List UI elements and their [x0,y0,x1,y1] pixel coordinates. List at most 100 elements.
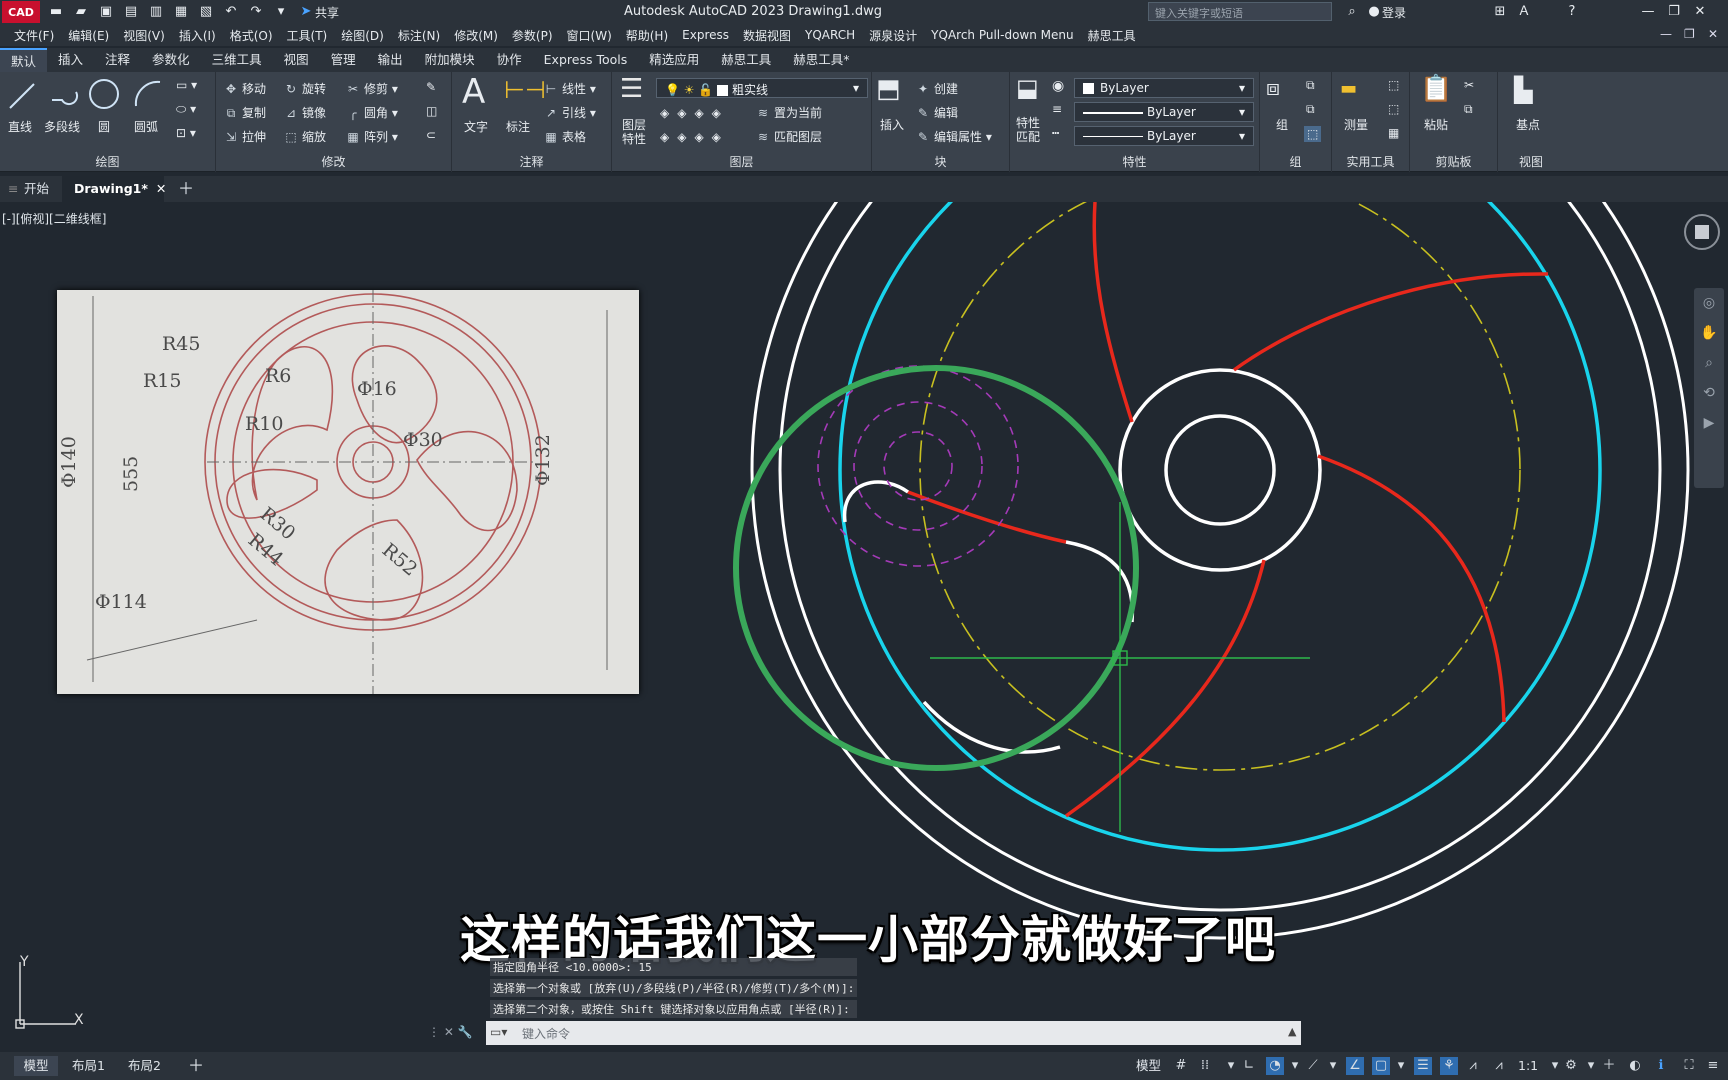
stretch-button[interactable]: ⇲ 拉伸 [224,128,266,145]
ribbon-tab[interactable]: 三维工具 [201,48,273,72]
layer-properties-button[interactable]: 图层特性 [622,118,652,146]
autoscale-icon[interactable]: ⩘ [1490,1057,1508,1075]
edit-attributes-button[interactable]: ✎ 编辑属性 ▾ [916,128,992,145]
orbit-icon[interactable]: ⟲ [1694,378,1724,408]
draw-panel-title[interactable]: 绘图 [0,153,215,170]
clipboard-panel-title[interactable]: 剪贴板 [1410,153,1497,170]
menu-item[interactable]: 修改(M) [454,27,498,44]
ungroup-icon[interactable]: ⧉ [1306,78,1315,93]
menu-item[interactable]: 帮助(H) [626,27,668,44]
tab-start[interactable]: 开始 [24,176,49,202]
group-select-icon[interactable]: ⬚ [1304,126,1322,142]
redo-icon[interactable]: ↷ [247,4,265,20]
base-button[interactable]: 基点 [1516,116,1540,133]
command-expand-icon[interactable]: ▲ [1288,1025,1296,1038]
doc-restore-icon[interactable]: ❐ [1684,27,1695,41]
explode-icon[interactable]: ◫ [426,104,437,118]
erase-icon[interactable]: ✎ [426,80,436,94]
save-icon[interactable]: ▣ [97,4,115,20]
customize-icon[interactable]: ≡ [1704,1057,1722,1075]
osnap-dropdown-icon[interactable]: ▾ [1392,1057,1410,1075]
ribbon-tab[interactable]: 视图 [273,48,320,72]
zoom-icon[interactable]: ⌕ [1694,348,1724,378]
modify-panel-title[interactable]: 修改 [216,153,451,170]
mirror-button[interactable]: ⊿ 镜像 [284,104,326,121]
help-icon[interactable]: ? [1563,4,1581,20]
ribbon-tab[interactable]: 输出 [367,48,414,72]
text-button[interactable]: 文字 [464,118,488,135]
layer-tools-row1[interactable]: ◈◈◈◈ [660,106,729,120]
snap-dropdown-icon[interactable]: ▾ [1222,1057,1240,1075]
layer-tools-row2[interactable]: ◈◈◈◈ [660,130,729,144]
leader-button[interactable]: ↗ 引线 ▾ [544,104,596,121]
ribbon-tab[interactable]: 默认 [0,48,48,72]
fullscreen-icon[interactable]: ⛶ [1680,1057,1698,1075]
new-file-icon[interactable]: ▬ [47,4,65,20]
menu-item[interactable]: 标注(N) [398,27,440,44]
properties-panel-title[interactable]: 特性 [1010,153,1259,170]
view-panel-title[interactable]: 视图 [1498,153,1564,170]
annotation-panel-title[interactable]: 注释 [452,153,611,170]
ribbon-tab[interactable]: Express Tools [533,48,639,72]
rectangle-icon[interactable]: ▭ ▾ [176,78,197,92]
pan-icon[interactable]: ✋ [1694,318,1724,348]
layout-tab-2[interactable]: 布局2 [128,1056,161,1076]
login-button[interactable]: 登录 [1382,4,1406,21]
search-icon[interactable]: ⌕ [1343,4,1361,20]
user-icon[interactable]: ● [1365,4,1383,20]
isolate-objects-icon[interactable]: ◐ [1626,1057,1644,1075]
doc-minimize-icon[interactable]: — [1660,27,1672,41]
ortho-icon[interactable]: ∟ [1240,1057,1258,1075]
menu-item[interactable]: YQArch Pull-down Menu [931,28,1073,42]
ribbon-tab[interactable]: 精选应用 [638,48,710,72]
ribbon-tab[interactable]: 插入 [47,48,94,72]
circle-button[interactable]: 圆 [98,118,110,135]
menu-item[interactable]: 源泉设计 [869,27,917,44]
viewcube-icon[interactable] [1684,214,1720,250]
match-properties-button[interactable]: 特性匹配 [1016,116,1046,144]
workspace-gear-icon[interactable]: ⚙ [1562,1057,1580,1075]
fillet-button[interactable]: ╭ 圆角 ▾ [346,104,397,121]
copy-button[interactable]: ⧉ 复制 [224,104,266,121]
selection-cycling-icon[interactable]: ⚘ [1440,1057,1458,1075]
customize-dropdown-icon[interactable]: ▾ [272,4,290,20]
group-button[interactable]: 组 [1276,116,1288,133]
linear-button[interactable]: ⊢ 线性 ▾ [544,80,596,97]
layer-dropdown[interactable]: 💡 ☀ 🔓 粗实线 ▾ [656,78,868,98]
offset-icon[interactable]: ⊂ [426,128,436,142]
import-icon[interactable]: ▥ [147,4,165,20]
ribbon-tab[interactable]: 赫思工具* [782,48,860,72]
arc-button[interactable]: 圆弧 [134,118,158,135]
move-button[interactable]: ✥ 移动 [224,80,266,97]
ribbon-tab[interactable]: 参数化 [141,48,201,72]
autocad-logo[interactable]: CAD [2,1,40,23]
cart-icon[interactable]: ⊞ [1491,4,1509,20]
cut-icon[interactable]: ✂ [1464,78,1474,92]
polyline-button[interactable]: 多段线 [44,118,80,135]
isodraft-icon[interactable]: ⟋ [1304,1057,1322,1075]
insert-button[interactable]: 插入 [880,116,904,133]
steering-wheel-icon[interactable]: ◎ [1694,288,1724,318]
ribbon-tab[interactable]: 附加模块 [414,48,486,72]
edit-block-button[interactable]: ✎ 编辑 [916,104,958,121]
annotation-visibility-icon[interactable]: ⩘ [1464,1057,1482,1075]
group-edit-icon[interactable]: ⧉ [1306,102,1315,117]
command-input[interactable]: 键入命令 [486,1021,1301,1045]
minimize-icon[interactable]: — [1639,4,1657,20]
menu-item[interactable]: 赫思工具 [1088,27,1136,44]
region-icon[interactable]: ⊡ ▾ [176,126,196,140]
trim-button[interactable]: ✂ 修剪 ▾ [346,80,398,97]
select-all-icon[interactable]: ⬚ [1388,102,1399,116]
table-button[interactable]: ▦ 表格 [544,128,586,145]
color-dropdown[interactable]: ByLayer ▾ [1074,78,1254,98]
share-button[interactable]: 共享 [315,4,339,21]
scale-button[interactable]: ⬚ 缩放 [284,128,326,145]
calculator-icon[interactable]: ▦ [1388,126,1399,140]
match-layer-button[interactable]: ≋ 匹配图层 [756,128,822,145]
paste-button[interactable]: 粘贴 [1424,116,1448,133]
block-panel-title[interactable]: 块 [872,153,1009,170]
menu-item[interactable]: 工具(T) [287,27,328,44]
menu-item[interactable]: Express [682,28,729,42]
workspace-dropdown-icon[interactable]: ▾ [1582,1057,1600,1075]
plus-icon[interactable]: ＋ [1600,1057,1618,1075]
